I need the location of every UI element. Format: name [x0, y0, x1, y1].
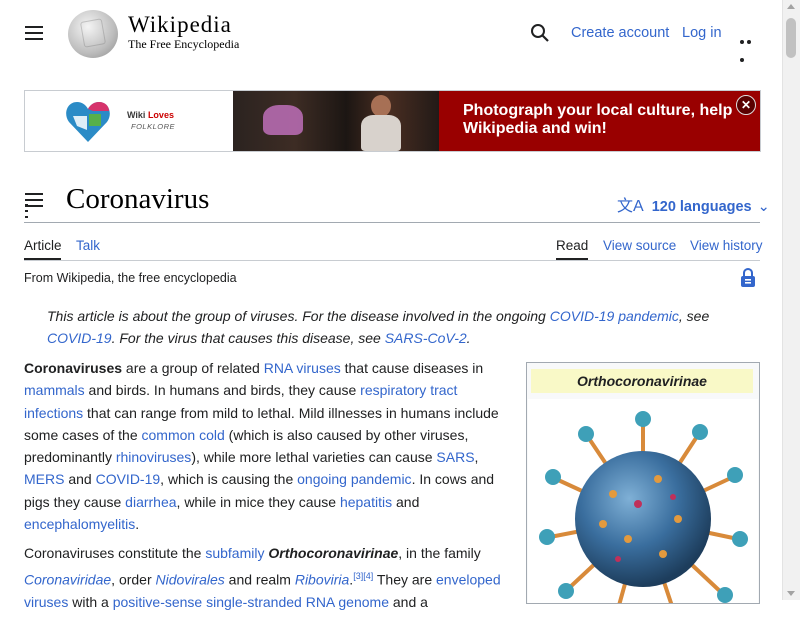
close-icon[interactable]: ✕	[736, 95, 756, 115]
scroll-down-arrow-icon[interactable]	[787, 591, 795, 596]
wikipedia-tagline: The Free Encyclopedia	[128, 37, 240, 51]
link-sars-cov-2[interactable]: SARS-CoV-2	[385, 330, 467, 346]
link-hepatitis[interactable]: hepatitis	[340, 494, 392, 510]
wikipedia-globe-logo[interactable]	[68, 10, 118, 58]
tab-view-history[interactable]: View history	[690, 238, 763, 253]
banner-logo-area: Wiki Loves FOLKLORE	[25, 91, 233, 151]
infobox: Orthocoronavirinae	[526, 362, 760, 604]
page-scrollbar[interactable]	[782, 0, 800, 600]
tab-article[interactable]: Article	[24, 238, 62, 253]
puzzle-heart-icon	[66, 102, 110, 142]
protection-lock-icon[interactable]	[740, 268, 756, 288]
link-covid19-pandemic[interactable]: COVID-19 pandemic	[550, 308, 679, 324]
link-common-cold[interactable]: common cold	[142, 427, 225, 443]
main-menu-icon[interactable]	[25, 26, 43, 40]
banner-cta-text[interactable]: Photograph your local culture, help Wiki…	[463, 102, 753, 138]
link-mers[interactable]: MERS	[24, 471, 64, 487]
link-subfamily[interactable]: subfamily	[205, 545, 264, 561]
photo-figure	[371, 95, 391, 117]
scroll-up-arrow-icon[interactable]	[787, 4, 795, 9]
wlf-title: Wiki Loves	[127, 110, 174, 120]
language-button[interactable]: 文A 120 languages ⌄	[617, 192, 770, 216]
citation-3[interactable]: [3]	[353, 571, 363, 581]
photo-figure	[361, 115, 401, 151]
chevron-down-icon: ⌄	[757, 199, 770, 215]
translate-icon: 文A	[617, 198, 644, 215]
link-encephalomyelitis[interactable]: encephalomyelitis	[24, 516, 135, 532]
more-options-icon[interactable]	[740, 31, 760, 62]
link-covid-19[interactable]: COVID-19	[96, 471, 161, 487]
hatnote: This article is about the group of virus…	[47, 308, 710, 346]
infobox-title: Orthocoronavirinae	[531, 369, 753, 393]
infobox-image[interactable]	[528, 399, 758, 603]
link-ongoing-pandemic[interactable]: ongoing pandemic	[297, 471, 411, 487]
tab-view-source[interactable]: View source	[603, 238, 676, 253]
link-mammals[interactable]: mammals	[24, 382, 85, 398]
table-of-contents-icon[interactable]	[25, 193, 43, 209]
link-rhinoviruses[interactable]: rhinoviruses	[116, 449, 191, 465]
link-diarrhea[interactable]: diarrhea	[125, 494, 176, 510]
site-subtitle: From Wikipedia, the free encyclopedia	[24, 271, 237, 285]
link-riboviria[interactable]: Riboviria	[295, 571, 349, 587]
wikipedia-wordmark[interactable]: Wikipedia	[128, 12, 232, 38]
link-nidovirales[interactable]: Nidovirales	[156, 571, 225, 587]
paragraph-1: Coronaviruses are a group of related RNA…	[24, 360, 499, 533]
link-covid19[interactable]: COVID-19	[47, 330, 112, 346]
page-title: Coronavirus	[66, 183, 210, 215]
link-rna-viruses[interactable]: RNA viruses	[264, 360, 341, 376]
campaign-banner[interactable]: Wiki Loves FOLKLORE Photograph your loca…	[24, 90, 761, 152]
coronavirus-illustration[interactable]	[528, 399, 758, 603]
tabs-divider	[24, 260, 760, 261]
paragraph-2: Coronaviruses constitute the subfamily O…	[24, 545, 501, 610]
tab-talk[interactable]: Talk	[76, 238, 100, 253]
banner-cta[interactable]: Photograph your local culture, help Wiki…	[439, 91, 760, 151]
language-count[interactable]: 120 languages	[652, 199, 752, 215]
site-header: Wikipedia The Free Encyclopedia Create a…	[0, 0, 783, 66]
search-icon[interactable]	[530, 23, 550, 43]
wlf-subtitle: FOLKLORE	[131, 122, 176, 131]
create-account-link[interactable]: Create account	[571, 25, 669, 41]
citation-4[interactable]: [4]	[363, 571, 373, 581]
article-body: Coronaviruses are a group of related RNA…	[24, 357, 508, 620]
tab-read[interactable]: Read	[556, 238, 588, 253]
link-positive-sense-rna[interactable]: positive-sense single-stranded RNA genom…	[113, 594, 389, 610]
banner-photo	[233, 91, 439, 151]
link-sars[interactable]: SARS	[436, 449, 474, 465]
title-divider	[24, 222, 760, 223]
photo-figure	[263, 105, 303, 135]
log-in-link[interactable]: Log in	[682, 25, 722, 41]
link-coronaviridae[interactable]: Coronaviridae	[24, 571, 111, 587]
scrollbar-thumb[interactable]	[786, 18, 796, 58]
